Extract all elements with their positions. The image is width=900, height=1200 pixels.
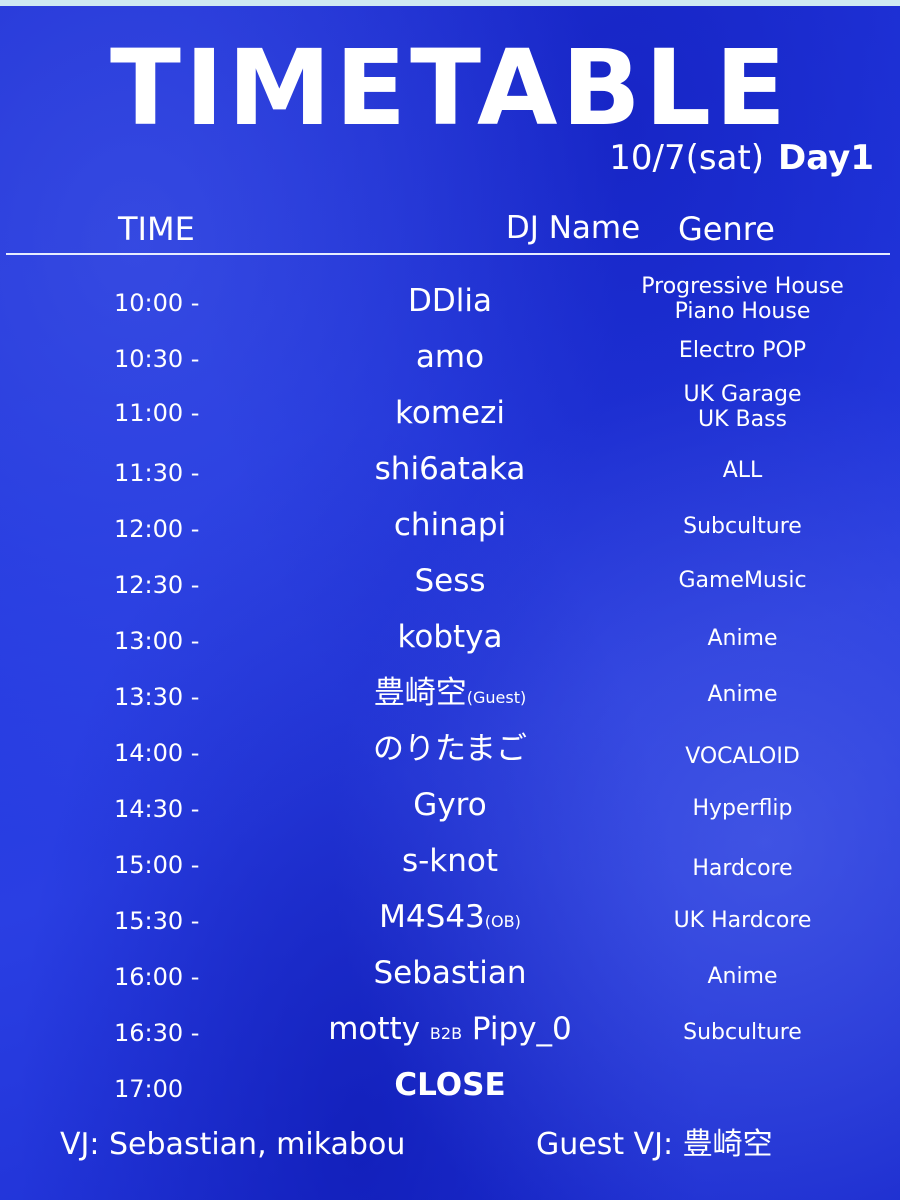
dj-name: Gyro xyxy=(413,787,487,823)
dj-name: chinapi xyxy=(393,507,507,543)
slot-time: 15:00 - xyxy=(114,851,200,879)
slot-time: 14:30 - xyxy=(114,795,200,823)
dj-name: Sess xyxy=(414,563,486,599)
genre-line-1: Hyperflip xyxy=(692,796,793,821)
genre-line-2: Piano House xyxy=(674,299,811,324)
dj-name: Sebastian xyxy=(373,955,527,991)
dj-name: DDlia xyxy=(408,283,492,319)
slot-time: 12:30 - xyxy=(114,571,200,599)
slot-time: 10:30 - xyxy=(114,345,200,373)
dj-name: M4S43(OB) xyxy=(250,898,650,941)
slot-time: 16:00 - xyxy=(114,963,200,991)
event-day: Day1 xyxy=(778,138,874,178)
dj-name: s-knot xyxy=(401,843,499,879)
close-time: 17:00 xyxy=(114,1075,184,1103)
genre-line-1: Anime xyxy=(707,682,778,707)
dj-name-note: (Guest) xyxy=(466,688,527,707)
dj-name: kobtya xyxy=(397,619,503,655)
event-date: 10/7(sat) xyxy=(609,138,765,178)
dj-name-note: (OB) xyxy=(484,912,521,931)
dj-name: shi6ataka xyxy=(374,451,526,487)
dj-name: amo xyxy=(415,339,485,375)
poster-title: TIMETABLE xyxy=(109,27,791,149)
guest-vj-credits: Guest VJ: 豊崎空 xyxy=(536,1127,773,1162)
slot-time: 15:30 - xyxy=(114,907,200,935)
genre-line-1: Hardcore xyxy=(692,856,793,881)
genre-line-1: VOCALOID xyxy=(685,744,800,769)
slot-time: 11:30 - xyxy=(114,459,200,487)
genre-line-1: UK Garage xyxy=(683,382,802,407)
header-divider xyxy=(6,253,890,255)
slot-time: 11:00 - xyxy=(114,399,200,427)
genre-line-2: UK Bass xyxy=(697,407,788,432)
dj-name-main: M4S43 xyxy=(379,899,485,935)
dj-name-partner: Pipy_0 xyxy=(471,1011,572,1047)
dj-name-main: 豊崎空 xyxy=(373,675,467,711)
b2b-marker: B2B xyxy=(429,1024,463,1043)
dj-name-main: motty xyxy=(328,1011,421,1047)
genre-line-1: Subculture xyxy=(683,1020,802,1045)
genre-line-1: Progressive House xyxy=(641,274,844,299)
genre-line-1: UK Hardcore xyxy=(673,908,812,933)
genre-line-1: ALL xyxy=(722,458,763,483)
slot-time: 16:30 - xyxy=(114,1019,200,1047)
vj-credits: VJ: Sebastian, mikabou xyxy=(60,1127,406,1162)
dj-name: motty B2B Pipy_0 xyxy=(250,1010,650,1053)
slot-time: 14:00 - xyxy=(114,739,200,767)
dj-name: 豊崎空(Guest) xyxy=(250,674,650,717)
genre-line-1: Anime xyxy=(707,964,778,989)
slot-time: 13:30 - xyxy=(114,683,200,711)
genre-line-1: Anime xyxy=(707,626,778,651)
event-date-line: 10/7(sat) Day1 xyxy=(609,138,874,178)
dj-name: komezi xyxy=(395,395,505,431)
timetable-poster: TIMETABLE 10/7(sat) Day1 TIME DJ Name Gen… xyxy=(0,6,900,1200)
column-header-time: TIME xyxy=(118,210,195,248)
genre-line-1: Electro POP xyxy=(678,338,807,363)
slot-time: 12:00 - xyxy=(114,515,200,543)
genre-line-1: GameMusic xyxy=(678,568,807,593)
genre-line-1: Subculture xyxy=(683,514,802,539)
slot-time: 10:00 - xyxy=(114,289,200,317)
slot-time: 13:00 - xyxy=(114,627,200,655)
dj-name: のりたまご xyxy=(372,731,528,767)
close-label: CLOSE xyxy=(394,1067,506,1103)
column-header-genre: Genre xyxy=(678,210,775,248)
